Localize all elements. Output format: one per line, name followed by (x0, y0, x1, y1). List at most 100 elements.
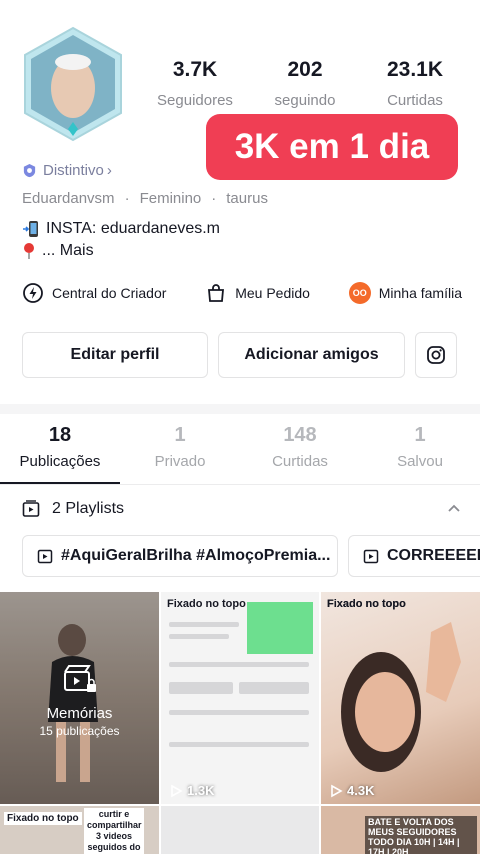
tab-label: Privado (154, 453, 206, 470)
playlist-icon (37, 549, 53, 564)
view-count: 4.3K (329, 783, 374, 798)
stat-likes[interactable]: 23.1K Curtidas (360, 58, 470, 109)
memories-count: 15 publicações (39, 724, 120, 738)
thumbnail-line (169, 662, 309, 667)
tab-label: Publicações (19, 453, 101, 470)
bolt-icon (23, 283, 43, 303)
playlist-chip[interactable]: #AquiGeralBrilha #AlmoçoPremia... (22, 535, 338, 577)
thumbnail-button (169, 682, 233, 694)
phone-arrow-icon (23, 221, 38, 237)
playlist-chip-label: #AquiGeralBrilha #AlmoçoPremia... (61, 547, 331, 564)
badge-icon (23, 163, 36, 178)
video-caption: BATE E VOLTA DOS MEUS SEGUIDORES TODO DI… (365, 816, 477, 854)
play-icon (171, 784, 183, 797)
add-friends-button[interactable]: Adicionar amigos (218, 332, 405, 378)
video-tile[interactable]: Fixado no topo Fixado no topo 4.3K (321, 592, 480, 804)
following-count: 202 (287, 58, 323, 81)
orders-label: Meu Pedido (235, 285, 310, 301)
section-divider (0, 404, 480, 414)
quick-links: Central do Criador Meu Pedido OO Minha f… (22, 282, 462, 304)
tab-count: 18 (48, 424, 72, 446)
zodiac: taurus (226, 190, 268, 207)
bio-more[interactable]: ... Mais (22, 242, 94, 260)
family-icon: OO (348, 282, 371, 304)
tab-label: Salvou (397, 453, 443, 470)
thumbnail-text-block (247, 602, 313, 654)
creator-center-link[interactable]: Central do Criador (22, 282, 166, 304)
memories-overlay: Memórias 15 publicações (0, 664, 159, 738)
likes-label: Curtidas (387, 92, 443, 109)
more-link: ... Mais (42, 242, 94, 259)
tab-count: 148 (283, 424, 317, 446)
thumbnail-line (169, 742, 309, 747)
creator-center-label: Central do Criador (52, 285, 167, 301)
tab-saved[interactable]: 1 Salvou (360, 424, 480, 470)
playlist-chips: #AquiGeralBrilha #AlmoçoPremia... CORREE… (22, 535, 480, 577)
video-tile[interactable]: Fixado no topo curtir e compartilhar 3 v… (0, 806, 159, 854)
thumbnail-line (169, 634, 229, 639)
profile-tabs: 18 Publicações 1 Privado 148 Curtidas 1 … (0, 424, 480, 470)
view-count-text: 1.3K (187, 783, 215, 798)
profile-stats: 3.7K Seguidores 202 seguindo 23.1K Curti… (140, 58, 470, 109)
username: Eduardanvsm (22, 190, 115, 207)
followers-label: Seguidores (157, 92, 233, 109)
promo-sticker: 3K em 1 dia (206, 114, 458, 180)
tab-liked[interactable]: 148 Curtidas (240, 424, 360, 470)
video-tile[interactable]: Fixado no topo 1.3K (161, 592, 319, 804)
selfie-thumbnail (341, 622, 461, 772)
playlist-icon (363, 549, 379, 564)
family-link[interactable]: OO Minha família (348, 282, 462, 304)
pinned-label: Fixado no topo (167, 598, 246, 610)
bio-text: INSTA: eduardaneves.m (46, 220, 221, 237)
separator: · (211, 190, 217, 207)
separator: · (124, 190, 130, 207)
following-label: seguindo (274, 92, 336, 109)
stat-following[interactable]: 202 seguindo (250, 58, 360, 109)
bag-icon (208, 284, 225, 302)
play-icon (331, 784, 343, 797)
bio-line: INSTA: eduardaneves.m (22, 220, 220, 238)
likes-count: 23.1K (386, 58, 444, 81)
orders-link[interactable]: Meu Pedido (205, 282, 310, 304)
avatar[interactable] (20, 26, 126, 142)
edit-profile-button[interactable]: Editar perfil (22, 332, 208, 378)
badge-label: Distintivo (43, 162, 104, 179)
thumbnail-line (169, 710, 309, 715)
tab-label: Curtidas (272, 453, 328, 470)
view-count-text: 4.3K (347, 783, 375, 798)
video-tile[interactable]: BATE E VOLTA DOS MEUS SEGUIDORES TODO DI… (321, 806, 480, 854)
badge-link[interactable]: Distintivo › (22, 162, 112, 179)
action-buttons: Editar perfil Adicionar amigos (22, 332, 457, 378)
playlists-title: 2 Playlists (52, 500, 125, 517)
tab-count: 1 (174, 424, 186, 446)
thumbnail-line (169, 622, 239, 627)
gender: Feminino (139, 190, 202, 207)
chevron-up-icon[interactable] (446, 501, 462, 517)
instagram-button[interactable] (415, 332, 457, 378)
chevron-right-icon: › (106, 162, 112, 179)
pinned-label: Fixado no topo (327, 598, 406, 610)
tab-count: 1 (414, 424, 426, 446)
memories-tile[interactable]: Memórias 15 publicações (0, 592, 159, 804)
tab-divider (0, 484, 480, 485)
pin-icon (24, 243, 34, 259)
playlist-chip[interactable]: CORREEEEE (348, 535, 480, 577)
video-caption: curtir e compartilhar 3 videos seguidos … (84, 808, 144, 854)
clapperboard-lock-icon (63, 665, 96, 692)
tab-posts[interactable]: 18 Publicações (0, 424, 120, 470)
stat-followers[interactable]: 3.7K Seguidores (140, 58, 250, 109)
video-tile[interactable] (161, 806, 319, 854)
view-count: 1.3K (169, 783, 214, 798)
instagram-icon (427, 346, 445, 364)
memories-title: Memórias (46, 705, 113, 722)
profile-info: Eduardanvsm · Feminino · taurus (22, 190, 268, 207)
pinned-label: Fixado no topo (4, 812, 82, 825)
thumbnail-button (239, 682, 309, 694)
playlist-chip-label: CORREEEEE (387, 547, 480, 564)
video-grid: Memórias 15 publicações Fixado no topo 1… (0, 592, 480, 854)
tab-private[interactable]: 1 Privado (120, 424, 240, 470)
family-label: Minha família (378, 285, 462, 301)
followers-count: 3.7K (172, 58, 218, 81)
playlists-header[interactable]: 2 Playlists (22, 500, 462, 518)
playlist-icon (22, 500, 40, 517)
